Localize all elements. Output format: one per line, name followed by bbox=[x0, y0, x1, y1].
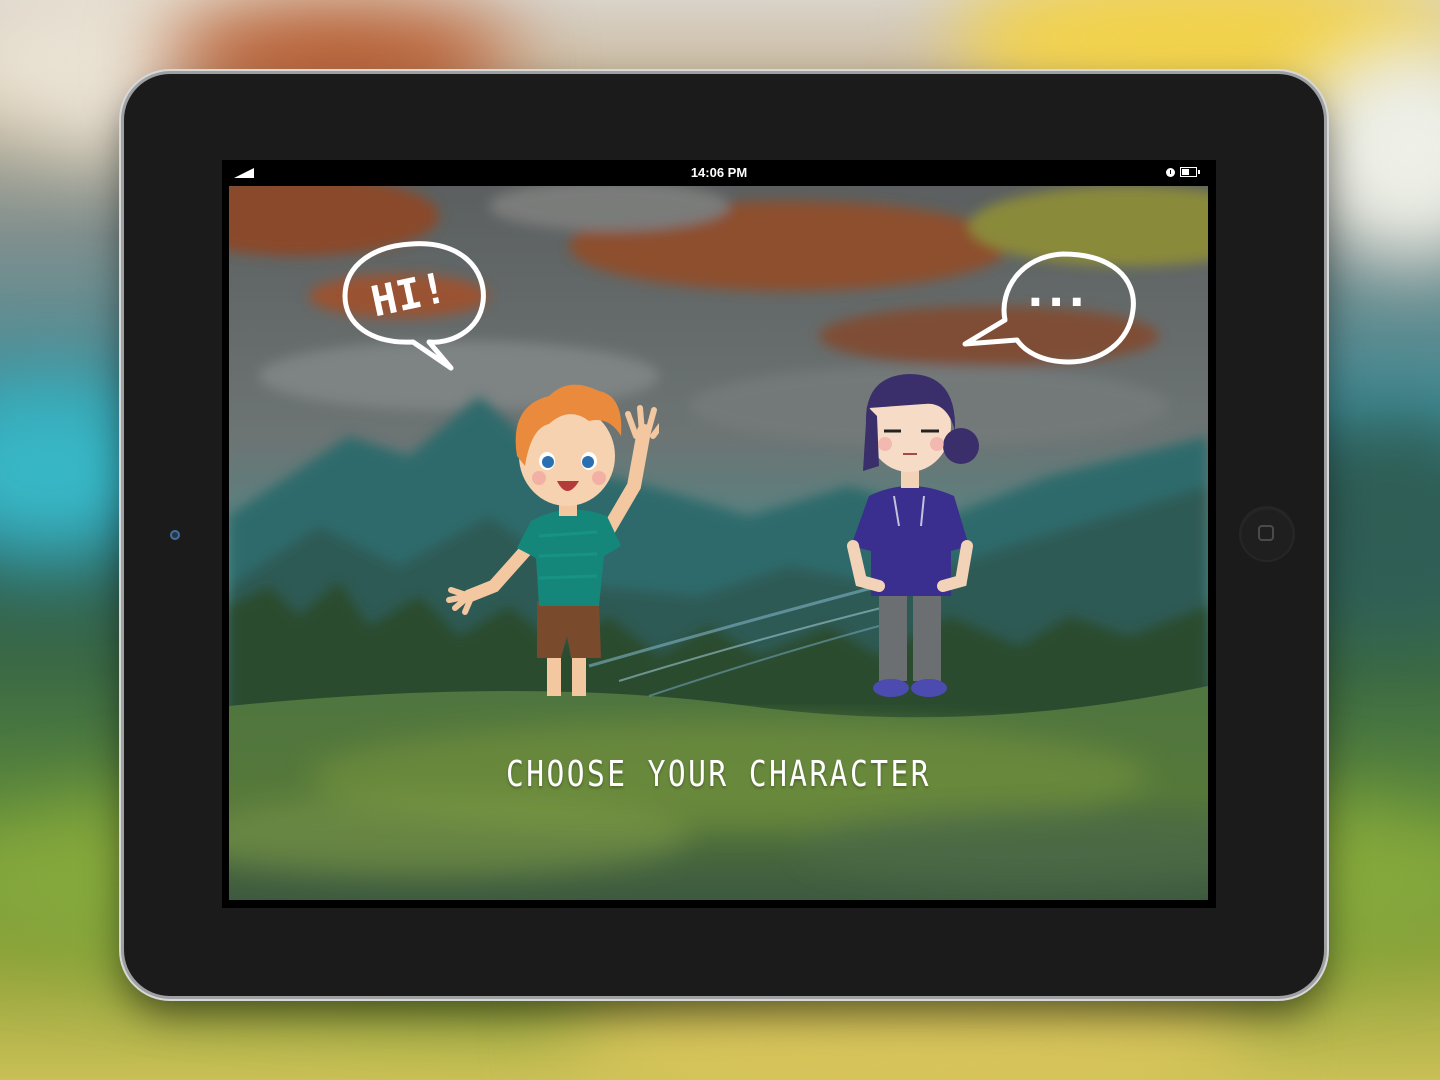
character-select-scene: HI! ... CHOOSE YOUR CHARACTER bbox=[229, 186, 1208, 900]
choose-character-title: CHOOSE YOUR CHARACTER bbox=[506, 754, 931, 795]
front-camera bbox=[170, 530, 180, 540]
girl-speech-text: ... bbox=[1027, 266, 1090, 317]
girl-speech-bubble: ... bbox=[959, 250, 1139, 368]
tablet-screen: 14:06 PM HI! ... CHOOSE YOUR CHARACTER bbox=[222, 160, 1216, 908]
status-time: 14:06 PM bbox=[690, 165, 748, 180]
status-bar: 14:06 PM bbox=[222, 160, 1216, 186]
battery-icon bbox=[1180, 167, 1200, 177]
home-button[interactable] bbox=[1241, 508, 1293, 560]
boy-speech-bubble: HI! bbox=[341, 240, 487, 372]
tablet-device: 14:06 PM HI! ... CHOOSE YOUR CHARACTER bbox=[124, 74, 1324, 996]
alarm-clock-icon bbox=[1166, 168, 1175, 177]
